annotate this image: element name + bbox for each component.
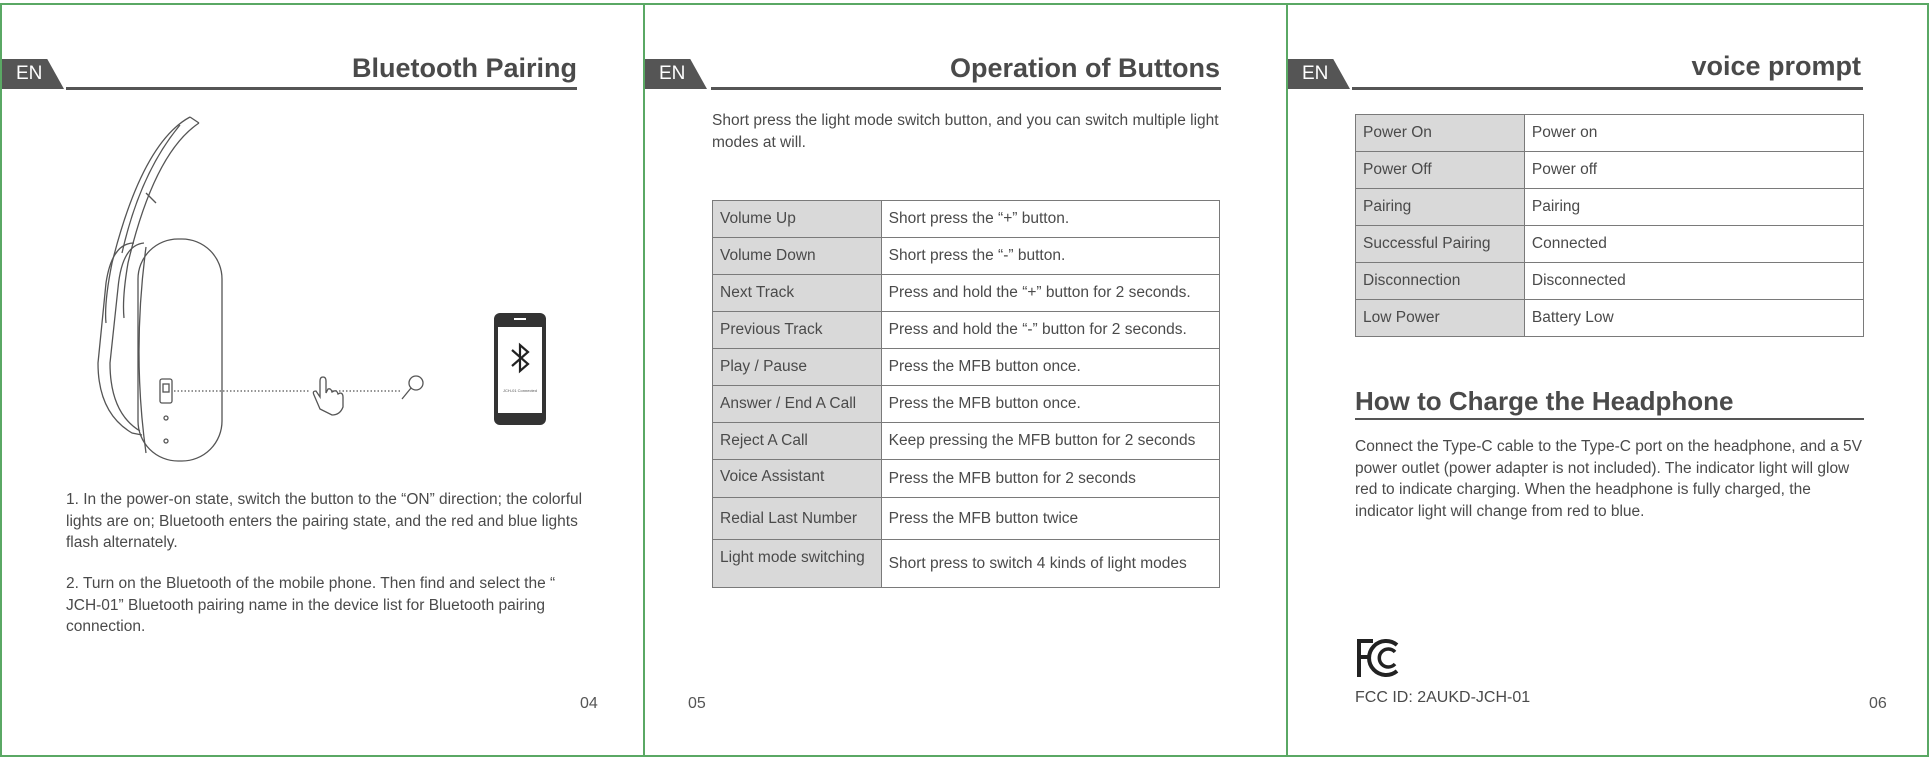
table-row: Low Power Battery Low	[1355, 299, 1865, 337]
table-row: Disconnection Disconnected	[1355, 262, 1865, 300]
operation-name: Voice Assistant	[712, 459, 882, 498]
prompt-voice: Power off	[1523, 151, 1865, 189]
table-row: Volume Down Short press the “-” button.	[712, 237, 1221, 275]
table-row: Light mode switching Short press to swit…	[712, 539, 1221, 588]
prompt-voice: Connected	[1523, 225, 1865, 263]
operation-instruction: Short press to switch 4 kinds of light m…	[880, 539, 1221, 588]
table-row: Volume Up Short press the “+” button.	[712, 200, 1221, 238]
page-04: EN Bluetooth Pairing JCH-01 Connected 1.…	[0, 3, 645, 757]
prompt-voice: Pairing	[1523, 188, 1865, 226]
voice-prompt-table: Power On Power on Power Off Power off Pa…	[1355, 114, 1865, 337]
prompt-voice: Battery Low	[1523, 299, 1865, 337]
table-row: Reject A Call Keep pressing the MFB butt…	[712, 422, 1221, 460]
operation-instruction: Press the MFB button twice	[880, 497, 1221, 540]
title-underline	[66, 87, 577, 90]
page-number: 04	[580, 695, 598, 712]
page-title: Bluetooth Pairing	[352, 53, 577, 83]
page-title: voice prompt	[1691, 51, 1861, 81]
charge-section-title: How to Charge the Headphone	[1355, 386, 1734, 416]
table-row: Power On Power on	[1355, 114, 1865, 152]
prompt-event: Pairing	[1355, 188, 1525, 226]
prompt-voice: Disconnected	[1523, 262, 1865, 300]
table-row: Redial Last Number Press the MFB button …	[712, 497, 1221, 540]
operation-instruction: Press the MFB button once.	[880, 385, 1221, 423]
language-tag: EN	[645, 59, 707, 89]
page-05: EN Operation of Buttons Short press the …	[643, 3, 1288, 757]
charge-title-underline	[1355, 418, 1864, 420]
hand-pointer-icon	[312, 376, 344, 416]
prompt-event: Power On	[1355, 114, 1525, 152]
operation-instruction: Press the MFB button once.	[880, 348, 1221, 386]
operation-instruction: Keep pressing the MFB button for 2 secon…	[880, 422, 1221, 460]
table-row: Successful Pairing Connected	[1355, 225, 1865, 263]
title-underline	[1352, 87, 1863, 90]
page-number: 06	[1869, 695, 1887, 712]
language-tag: EN	[1288, 59, 1350, 89]
page-title: Operation of Buttons	[950, 53, 1220, 83]
charge-instructions: Connect the Type-C cable to the Type-C p…	[1355, 438, 1862, 520]
intro-text: Short press the light mode switch button…	[712, 112, 1219, 151]
operation-instruction: Short press the “+” button.	[880, 200, 1221, 238]
pairing-step-2: 2. Turn on the Bluetooth of the mobile p…	[66, 575, 556, 635]
prompt-voice: Power on	[1523, 114, 1865, 152]
operation-name: Play / Pause	[712, 348, 882, 386]
page-06: EN voice prompt Power On Power on Power …	[1286, 3, 1929, 757]
page-number: 05	[688, 695, 706, 712]
button-operations-table: Volume Up Short press the “+” button. Vo…	[712, 200, 1221, 588]
operation-name: Redial Last Number	[712, 497, 882, 540]
operation-instruction: Short press the “-” button.	[880, 237, 1221, 275]
pairing-step-1: 1. In the power-on state, switch the but…	[66, 491, 583, 551]
pairing-illustration: JCH-01 Connected	[97, 116, 546, 462]
table-row: Power Off Power off	[1355, 151, 1865, 189]
language-tag: EN	[2, 59, 64, 89]
table-row: Answer / End A Call Press the MFB button…	[712, 385, 1221, 423]
table-row: Previous Track Press and hold the “-” bu…	[712, 311, 1221, 349]
fcc-logo-icon: FC	[1357, 639, 1399, 677]
table-row: Pairing Pairing	[1355, 188, 1865, 226]
table-row: Play / Pause Press the MFB button once.	[712, 348, 1221, 386]
fcc-id: FCC ID: 2AUKD-JCH-01	[1355, 689, 1531, 706]
headphone-icon	[97, 116, 402, 462]
table-row: Next Track Press and hold the “+” button…	[712, 274, 1221, 312]
operation-name: Volume Down	[712, 237, 882, 275]
prompt-event: Low Power	[1355, 299, 1525, 337]
operation-name: Next Track	[712, 274, 882, 312]
prompt-event: Successful Pairing	[1355, 225, 1525, 263]
operation-instruction: Press the MFB button for 2 seconds	[880, 459, 1221, 498]
operation-instruction: Press and hold the “-” button for 2 seco…	[880, 311, 1221, 349]
operation-name: Volume Up	[712, 200, 882, 238]
operation-name: Previous Track	[712, 311, 882, 349]
title-underline	[711, 87, 1221, 90]
operation-name: Light mode switching	[712, 539, 882, 588]
operation-name: Reject A Call	[712, 422, 882, 460]
table-row: Voice Assistant Press the MFB button for…	[712, 459, 1221, 498]
magnifier-icon	[401, 375, 424, 400]
prompt-event: Power Off	[1355, 151, 1525, 189]
smartphone-icon: JCH-01 Connected	[494, 313, 546, 425]
operation-instruction: Press and hold the “+” button for 2 seco…	[880, 274, 1221, 312]
prompt-event: Disconnection	[1355, 262, 1525, 300]
phone-screen-text: JCH-01 Connected	[503, 388, 537, 393]
operation-name: Answer / End A Call	[712, 385, 882, 423]
